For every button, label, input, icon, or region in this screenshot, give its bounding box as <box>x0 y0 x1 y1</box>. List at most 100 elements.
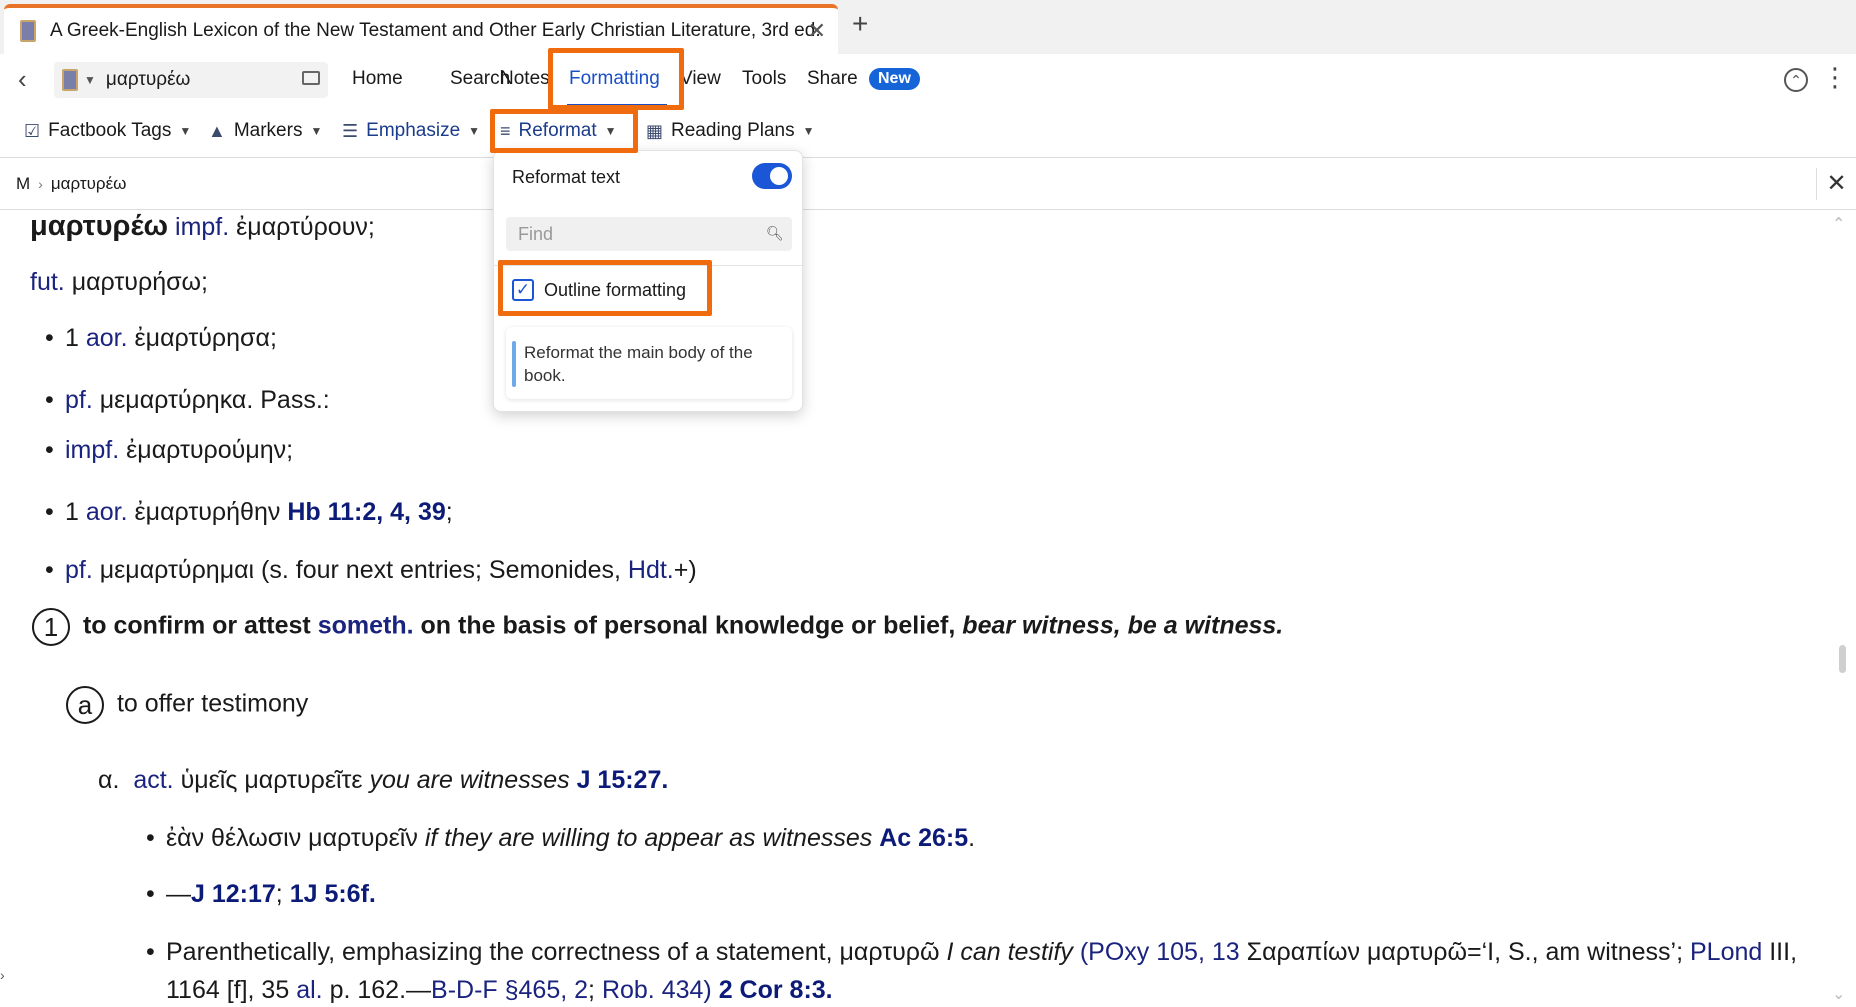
menu-share[interactable]: Share <box>807 68 858 90</box>
book-icon <box>20 20 36 42</box>
punctuation: — <box>166 880 191 908</box>
list-item: impf. ἐμαρτυρούμην; <box>45 436 294 465</box>
chevron-down-icon: ▼ <box>802 124 815 138</box>
collapse-up-icon[interactable]: ⌃ <box>1784 68 1808 92</box>
reformat-text-toggle[interactable] <box>752 163 792 189</box>
lexicon-content: μαρτυρέω impf. ἐμαρτύρουν; fut. μαρτυρήσ… <box>0 210 1840 1007</box>
punctuation: . <box>968 824 976 852</box>
breadcrumb: M › μαρτυρέω ✕ <box>0 158 1856 210</box>
back-arrow-icon[interactable]: ‹ <box>18 66 27 92</box>
papyrus-link[interactable]: PLond <box>1690 938 1762 966</box>
punctuation: ; <box>588 976 595 1004</box>
bible-reference-link[interactable]: 1J 5:6f. <box>290 880 376 908</box>
menu-tools[interactable]: Tools <box>742 68 786 90</box>
checkbox-checked-icon[interactable]: ✓ <box>512 279 534 301</box>
emphasize-label: Emphasize <box>366 120 461 141</box>
new-badge[interactable]: New <box>869 68 920 90</box>
translation-text: if they are willing to appear as witness… <box>424 824 873 852</box>
punctuation: ; <box>275 880 283 908</box>
grammar-reference-link[interactable]: B-D-F §465, 2 <box>431 976 588 1004</box>
translation-text: you are witnesses <box>369 766 570 794</box>
note-accent-bar <box>512 341 516 387</box>
grammar-label[interactable]: impf. <box>65 436 119 464</box>
chevron-down-icon[interactable]: ▼ <box>84 73 96 87</box>
add-tab-icon[interactable]: + <box>852 10 868 38</box>
reading-plans-button[interactable]: ▦ Reading Plans ▼ <box>646 120 815 142</box>
tab-title: A Greek-English Lexicon of the New Testa… <box>50 20 821 41</box>
greek-form: ἐμαρτύρησα; <box>134 324 277 352</box>
sense-number: 1 <box>32 608 70 646</box>
outline-marker: α. <box>98 766 120 794</box>
form-number: 1 <box>65 324 79 352</box>
bible-reference-link[interactable]: Ac 26:5 <box>879 824 968 852</box>
greek-form: ἐμαρτύρουν; <box>236 213 375 241</box>
menu-notes[interactable]: Notes <box>500 68 550 90</box>
body-text: Σαραπίων μαρτυρῶ=‘I, S., am witness’; <box>1246 938 1684 966</box>
close-panel-icon[interactable]: ✕ <box>1816 168 1856 200</box>
markers-button[interactable]: ▲ Markers ▼ <box>208 120 322 142</box>
emphasize-icon: ☰ <box>342 120 359 141</box>
scroll-up-icon[interactable]: ⌃ <box>1832 214 1845 234</box>
grammar-label[interactable]: fut. <box>30 268 65 296</box>
breadcrumb-root[interactable]: M <box>16 174 30 194</box>
keyboard-icon[interactable] <box>302 71 320 85</box>
entry-headword-line: μαρτυρέω impf. ἐμαρτύρουν; <box>30 210 375 243</box>
grammar-label[interactable]: aor. <box>86 498 128 526</box>
bible-reference-link[interactable]: J 12:17 <box>191 880 276 908</box>
abbreviation-link[interactable]: al. <box>296 976 322 1004</box>
reference-input[interactable]: μαρτυρέω <box>106 69 190 91</box>
find-input[interactable] <box>506 217 792 251</box>
emphasize-button[interactable]: ☰ Emphasize ▼ <box>342 120 480 142</box>
list-item: —J 12:17; 1J 5:6f. <box>146 880 376 909</box>
list-item: Parenthetically, emphasizing the correct… <box>146 938 1797 967</box>
chevron-down-icon: ▼ <box>179 124 192 138</box>
list-item: ἐὰν θέλωσιν μαρτυρεῖν if they are willin… <box>146 824 976 853</box>
menu-formatting[interactable]: Formatting <box>569 68 660 90</box>
menu-home[interactable]: Home <box>352 68 403 90</box>
source-link[interactable]: Hdt. <box>628 556 674 584</box>
outline-formatting-label: Outline formatting <box>544 279 687 300</box>
greek-form: μαρτυρήσω; <box>71 268 208 296</box>
headword: μαρτυρέω <box>30 210 169 242</box>
bible-reference-link[interactable]: Hb 11:2, 4, 39 <box>287 498 445 526</box>
greek-text: ἐὰν θέλωσιν μαρτυρεῖν <box>166 824 418 852</box>
grammar-reference-link[interactable]: Rob. 434) <box>602 976 712 1004</box>
expand-sidebar-icon[interactable]: › <box>0 962 14 988</box>
translation-text: I can testify <box>946 938 1073 966</box>
continuation-line: 1164 [f], 35 al. p. 162.—B-D-F §465, 2; … <box>166 976 833 1005</box>
scrollbar-thumb[interactable] <box>1839 645 1846 673</box>
grammar-label[interactable]: pf. <box>65 556 93 584</box>
bible-reference-link[interactable]: J 15:27. <box>577 766 669 794</box>
tab-bar: A Greek-English Lexicon of the New Testa… <box>0 0 1856 54</box>
document-tab[interactable]: A Greek-English Lexicon of the New Testa… <box>4 4 838 54</box>
future-form-line: fut. μαρτυρήσω; <box>30 268 208 297</box>
subsense-letter: a <box>66 686 104 724</box>
grammar-label[interactable]: impf. <box>175 213 229 241</box>
form-number: 1 <box>65 498 79 526</box>
scroll-down-icon[interactable]: ⌄ <box>1832 984 1845 1004</box>
gloss-text: bear witness, be a witness. <box>962 611 1284 640</box>
bible-reference-link[interactable]: 2 Cor 8:3. <box>719 976 833 1004</box>
papyrus-link[interactable]: (POxy 105, 13 <box>1080 938 1240 966</box>
grammar-label[interactable]: pf. <box>65 386 93 414</box>
chevron-down-icon: ▼ <box>310 124 323 138</box>
close-icon[interactable]: ✕ <box>808 18 826 44</box>
greek-form: ἐμαρτυρούμην; <box>126 436 294 464</box>
menu-view[interactable]: View <box>680 68 721 90</box>
alpha-line: α. act. ὑμεῖς μαρτυρεῖτε you are witness… <box>98 766 668 795</box>
markers-label: Markers <box>233 120 303 141</box>
grammar-label[interactable]: aor. <box>86 324 128 352</box>
body-text: Parenthetically, emphasizing the correct… <box>166 938 940 966</box>
search-icon: 🔍︎ <box>766 225 784 241</box>
more-options-icon[interactable]: ⋮ <box>1822 64 1848 90</box>
breadcrumb-current[interactable]: μαρτυρέω <box>51 174 127 194</box>
outline-formatting-option[interactable]: ✓ Outline formatting <box>512 279 686 301</box>
list-item: pf. μεμαρτύρηκα. Pass.: <box>45 386 330 415</box>
info-note: Reformat the main body of the book. <box>506 327 792 399</box>
grammar-label[interactable]: act. <box>133 766 173 794</box>
reformat-button[interactable]: ≡ Reformat ▼ <box>500 120 617 142</box>
abbreviation-link[interactable]: someth. <box>318 612 414 640</box>
book-icon <box>62 69 78 91</box>
factbook-tags-button[interactable]: ☑ Factbook Tags ▼ <box>24 120 191 142</box>
reference-box[interactable]: ▼ μαρτυρέω <box>54 62 328 98</box>
